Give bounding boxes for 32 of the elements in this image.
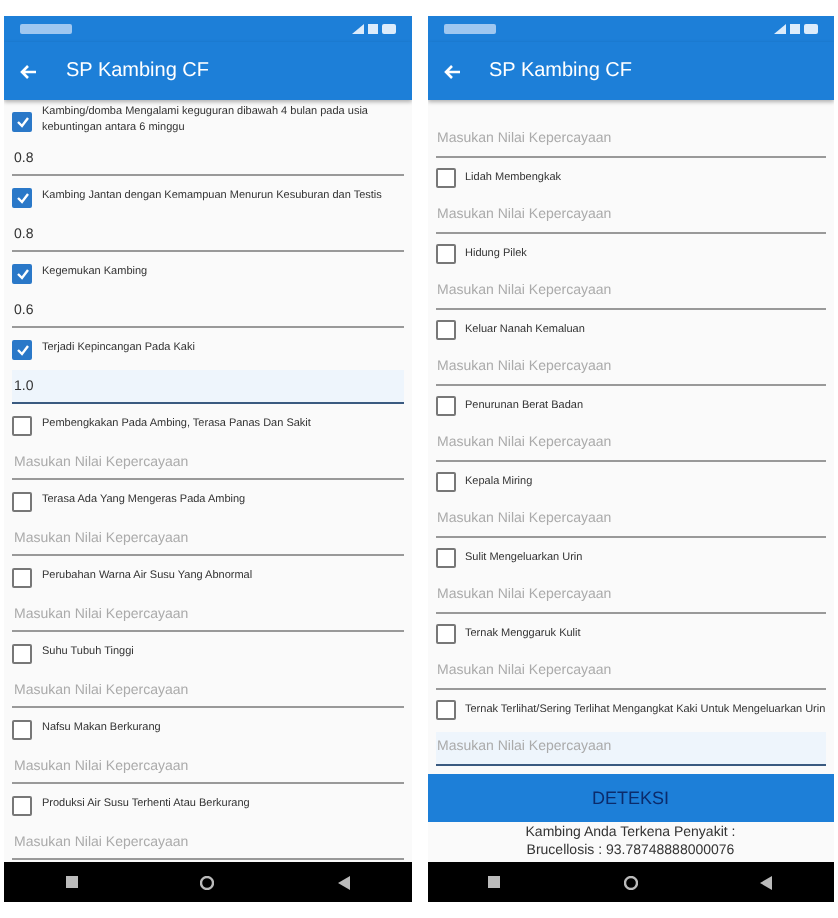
checkbox[interactable] (435, 168, 455, 189)
checkbox[interactable] (12, 795, 32, 815)
recent-apps-icon[interactable] (65, 876, 78, 888)
checkbox[interactable] (435, 700, 455, 721)
back-icon[interactable] (760, 875, 773, 889)
checkbox[interactable] (12, 567, 32, 587)
checkbox[interactable] (12, 339, 32, 359)
checkbox[interactable] (435, 396, 455, 417)
checkbox[interactable] (435, 472, 455, 493)
app-title: SP Kambing CF (66, 60, 210, 82)
checkbox[interactable] (12, 719, 32, 739)
app-title: SP Kambing CF (489, 60, 633, 82)
recent-apps-icon[interactable] (488, 876, 501, 888)
back-arrow-icon[interactable] (443, 63, 461, 79)
back-arrow-icon[interactable] (20, 63, 38, 79)
checkbox[interactable] (12, 111, 32, 131)
checkbox[interactable] (12, 415, 32, 435)
checkbox[interactable] (435, 320, 455, 341)
signal-battery-icon (351, 24, 395, 34)
checkbox[interactable] (12, 491, 32, 511)
checkbox[interactable] (12, 263, 32, 283)
checkbox[interactable] (435, 548, 455, 569)
status-icons (443, 24, 495, 34)
checkbox[interactable] (12, 643, 32, 663)
back-icon[interactable] (337, 875, 350, 889)
signal-battery-icon (774, 24, 818, 34)
home-icon[interactable] (623, 875, 638, 889)
checkbox[interactable] (435, 244, 455, 265)
checkbox[interactable] (435, 624, 455, 645)
checkbox[interactable] (12, 187, 32, 207)
home-icon[interactable] (200, 875, 215, 889)
status-icons (20, 24, 72, 34)
